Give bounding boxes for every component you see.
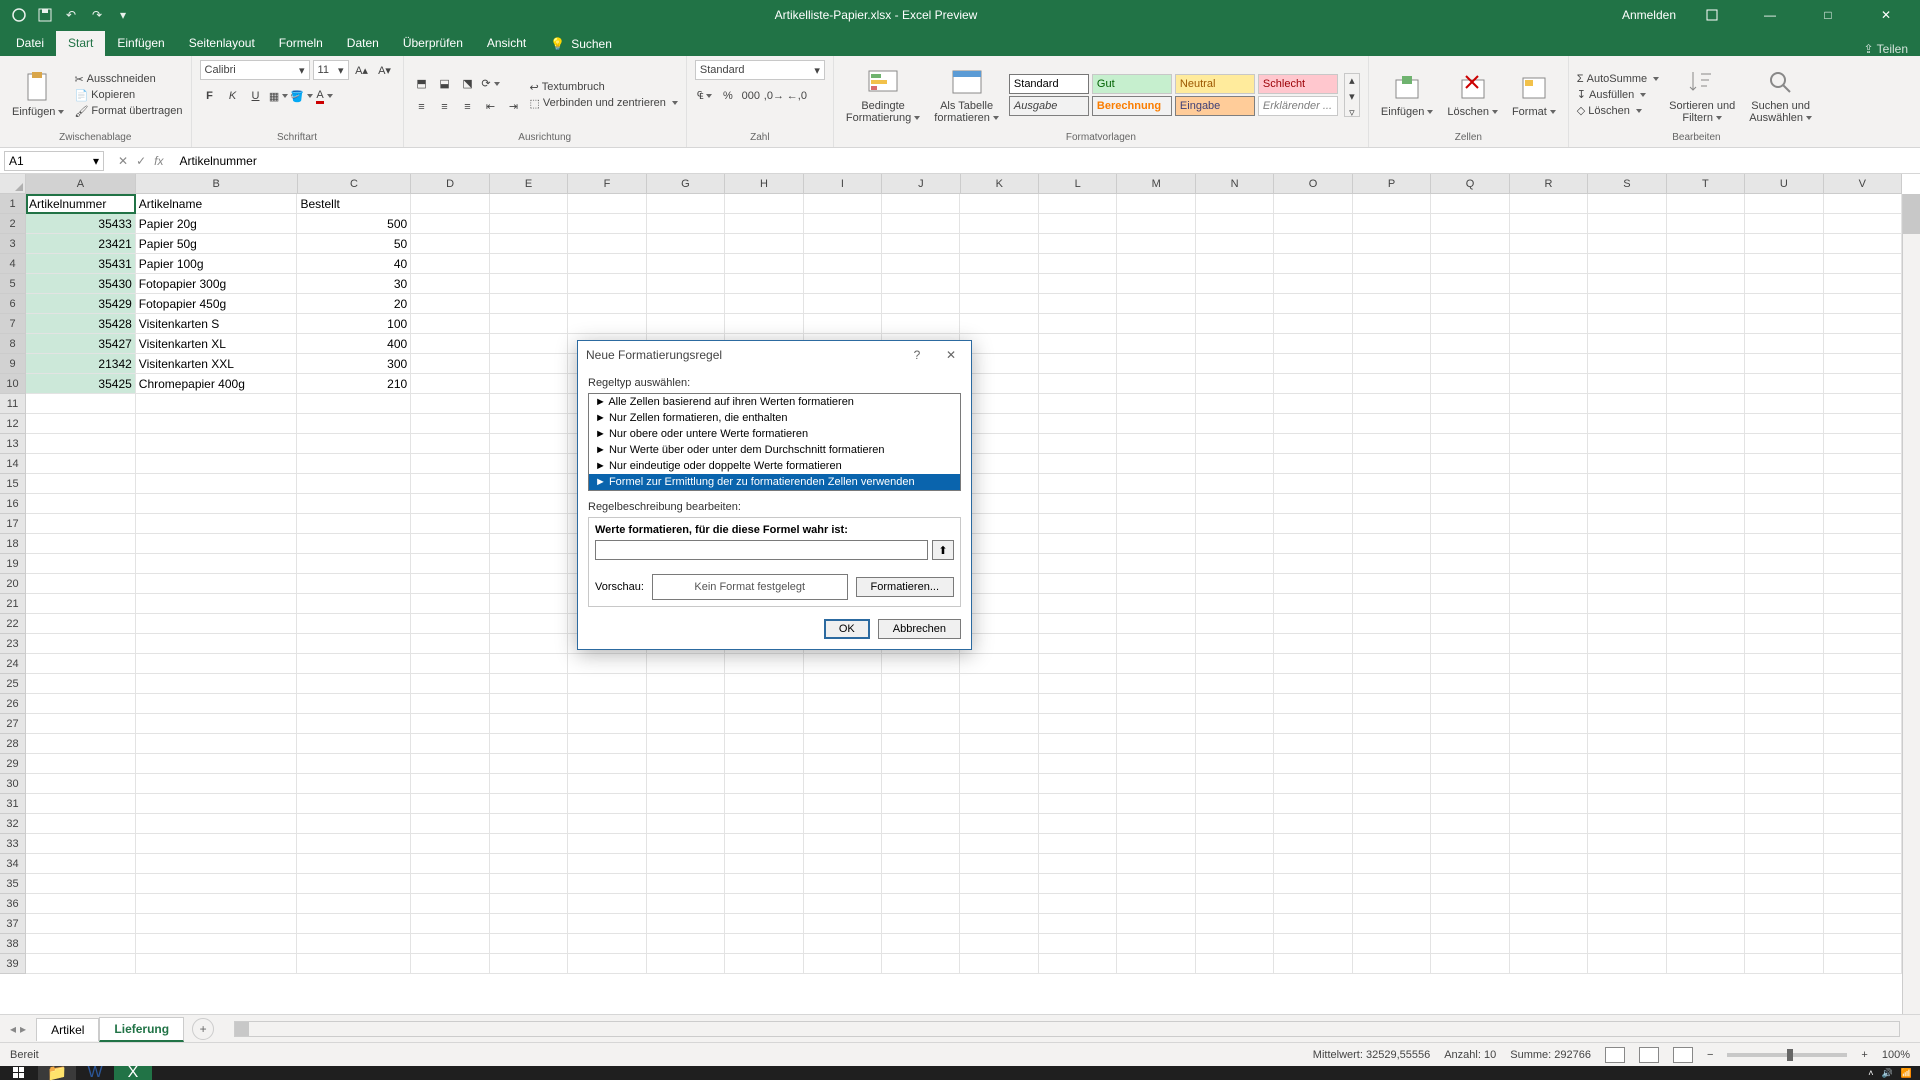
rule-type-list[interactable]: ► Alle Zellen basierend auf ihren Werten… (588, 393, 961, 491)
rule-type-item[interactable]: ► Formel zur Ermittlung der zu formatier… (589, 474, 960, 490)
rule-description-box: Werte formatieren, für die diese Formel … (588, 517, 961, 607)
preview-label: Vorschau: (595, 581, 644, 593)
formula-input-field[interactable] (595, 540, 928, 560)
windows-taskbar: 📁 W X ˄ 🔊 📶 (0, 1066, 1920, 1080)
tray-up-icon[interactable]: ˄ (1868, 1068, 1873, 1078)
dialog-mask: Neue Formatierungsregel ? ✕ Regeltyp aus… (0, 0, 1920, 1080)
rule-type-item[interactable]: ► Alle Zellen basierend auf ihren Werten… (589, 394, 960, 410)
preview-box: Kein Format festgelegt (652, 574, 848, 600)
range-selector-icon[interactable]: ⬆ (932, 540, 954, 560)
taskbar-excel-icon[interactable]: X (114, 1066, 152, 1080)
start-button[interactable] (0, 1066, 38, 1080)
rule-type-item[interactable]: ► Nur Werte über oder unter dem Durchsch… (589, 442, 960, 458)
formula-label: Werte formatieren, für die diese Formel … (595, 524, 954, 536)
rule-type-item[interactable]: ► Nur obere oder untere Werte formatiere… (589, 426, 960, 442)
cancel-button[interactable]: Abbrechen (878, 619, 961, 639)
rule-type-label: Regeltyp auswählen: (588, 377, 961, 389)
rule-description-label: Regelbeschreibung bearbeiten: (588, 501, 961, 513)
rule-type-item[interactable]: ► Nur Zellen formatieren, die enthalten (589, 410, 960, 426)
taskbar-word-icon[interactable]: W (76, 1066, 114, 1080)
tray-volume-icon[interactable]: 🔊 (1882, 1068, 1893, 1079)
ok-button[interactable]: OK (824, 619, 870, 639)
dialog-titlebar[interactable]: Neue Formatierungsregel ? ✕ (578, 341, 971, 369)
new-formatting-rule-dialog: Neue Formatierungsregel ? ✕ Regeltyp aus… (577, 340, 972, 650)
tray-network-icon[interactable]: 📶 (1901, 1068, 1912, 1079)
taskbar-explorer-icon[interactable]: 📁 (38, 1066, 76, 1080)
rule-type-item[interactable]: ► Nur eindeutige oder doppelte Werte for… (589, 458, 960, 474)
dialog-help-icon[interactable]: ? (905, 345, 929, 365)
format-button[interactable]: Formatieren... (856, 577, 954, 597)
dialog-close-icon[interactable]: ✕ (939, 345, 963, 365)
dialog-title: Neue Formatierungsregel (586, 348, 722, 362)
